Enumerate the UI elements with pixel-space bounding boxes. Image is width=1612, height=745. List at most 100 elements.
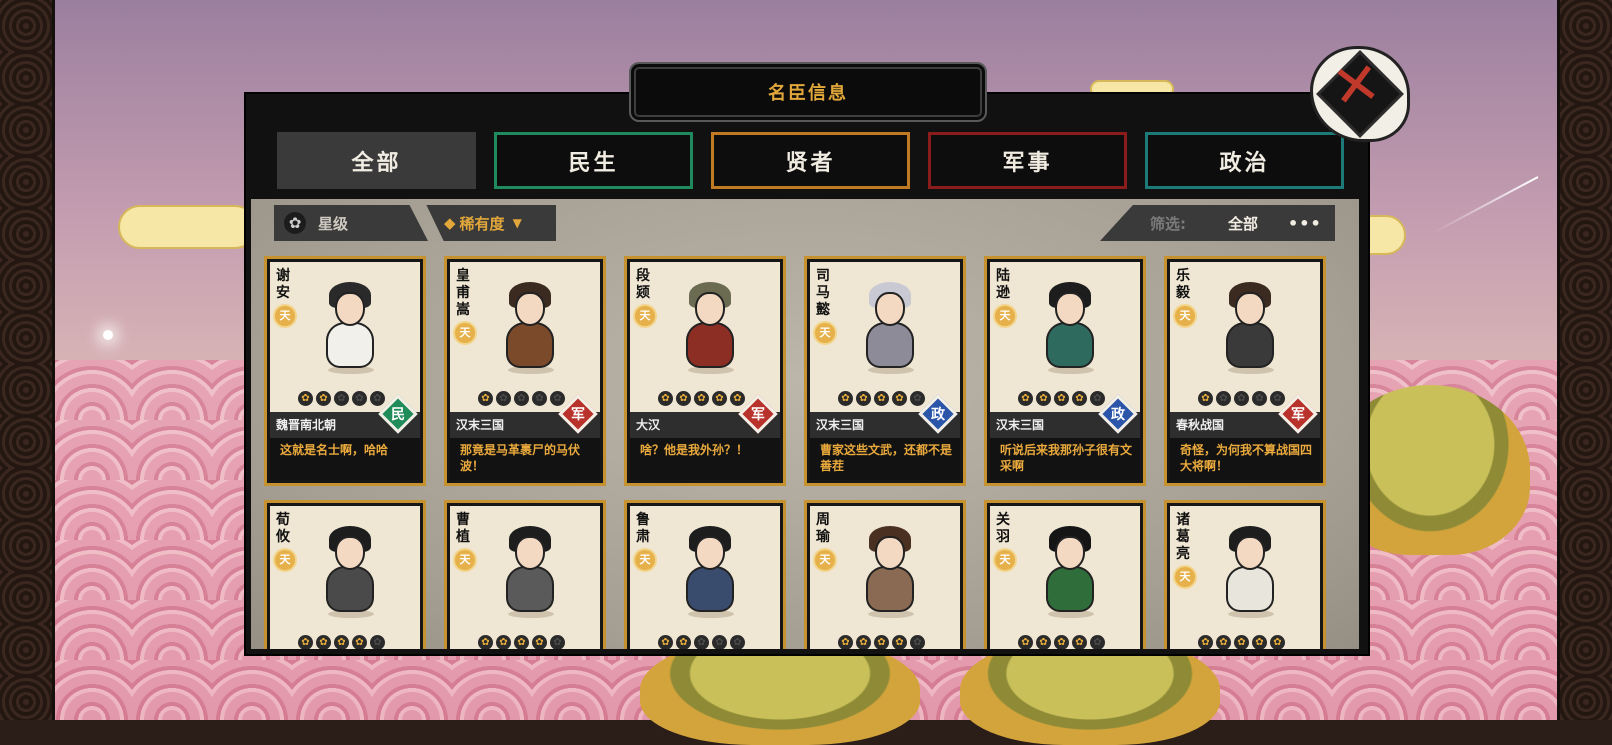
minister-portrait-icon — [494, 280, 566, 376]
category-tabs: 全部 民生 贤者 军事 政治 — [277, 132, 1344, 189]
star-filled-icon: ✿ — [1036, 391, 1051, 406]
minister-card[interactable]: 荀攸天 ✿ ✿ ✿ ✿ ✿ — [264, 500, 426, 649]
page-title: 名臣信息 — [768, 83, 848, 104]
minister-portrait-icon — [1034, 524, 1106, 620]
star-empty-icon: ✿ — [550, 391, 565, 406]
star-rating: ✿ ✿ ✿ ✿ ✿ — [658, 635, 745, 649]
minister-portrait-icon — [674, 524, 746, 620]
minister-name: 鲁肃天 — [635, 512, 655, 570]
minister-quote: 这就是名士啊，哈哈 — [270, 438, 420, 480]
minister-quote: 曹家这些文武，还都不是善茬 — [810, 438, 960, 480]
star-filled-icon: ✿ — [1270, 635, 1285, 649]
tab-all[interactable]: 全部 — [277, 132, 476, 189]
portrait-face — [875, 536, 905, 570]
star-filled-icon: ✿ — [658, 635, 673, 649]
minister-card[interactable]: 皇甫嵩天 ✿ ✿ ✿ ✿ ✿ 汉末三国军那竟是马革裹尸的马伏波！ — [444, 256, 606, 486]
minister-card[interactable]: 段颎天 ✿ ✿ ✿ ✿ ✿ 大汉军啥？他是我外孙？！ — [624, 256, 786, 486]
minister-portrait-icon — [494, 524, 566, 620]
star-filled-icon: ✿ — [1072, 635, 1087, 649]
tab-sage[interactable]: 贤者 — [711, 132, 910, 189]
close-x-icon: ✕ — [1327, 47, 1386, 123]
minister-name: 段颎天 — [635, 268, 655, 326]
diamond-icon: ◆ — [444, 214, 456, 232]
minister-portrait-icon — [674, 280, 746, 376]
minister-card[interactable]: 乐毅天 ✿ ✿ ✿ ✿ ✿ 春秋战国军奇怪，为何我不算战国四大将啊！ — [1164, 256, 1326, 486]
category-badge-text: 军 — [751, 407, 765, 423]
card-body: 关羽天 ✿ ✿ ✿ ✿ ✿ — [990, 506, 1140, 649]
star-filled-icon: ✿ — [334, 635, 349, 649]
portrait-robe — [686, 566, 734, 612]
star-empty-icon: ✿ — [694, 635, 709, 649]
minister-name: 皇甫嵩天 — [455, 268, 475, 343]
minister-name: 诸葛亮天 — [1175, 512, 1195, 587]
star-rating: ✿ ✿ ✿ ✿ ✿ — [478, 391, 565, 406]
minister-card[interactable]: 曹植天 ✿ ✿ ✿ ✿ ✿ — [444, 500, 606, 649]
minister-name: 曹植天 — [455, 512, 475, 570]
minister-name-text: 乐毅 — [1176, 268, 1190, 301]
star-rating: ✿ ✿ ✿ ✿ ✿ — [838, 635, 925, 649]
minister-name-text: 谢安 — [276, 268, 290, 301]
star-filled-icon: ✿ — [478, 391, 493, 406]
star-rating: ✿ ✿ ✿ ✿ ✿ — [1018, 391, 1105, 406]
star-filled-icon: ✿ — [478, 635, 493, 649]
portrait-robe — [686, 322, 734, 368]
card-body: 陆逊天 ✿ ✿ ✿ ✿ ✿ 汉末三国政听说后来我那孙子很有文采啊 — [990, 262, 1140, 480]
portrait-robe — [1226, 322, 1274, 368]
star-glow — [103, 330, 113, 340]
rank-tian-icon: 天 — [455, 323, 475, 343]
minister-name-text: 周瑜 — [816, 512, 830, 545]
portrait-face — [695, 536, 725, 570]
star-rating: ✿ ✿ ✿ ✿ ✿ — [838, 391, 925, 406]
star-filled-icon: ✿ — [532, 635, 547, 649]
minister-name: 荀攸天 — [275, 512, 295, 570]
category-badge-text: 民 — [391, 407, 405, 423]
card-body: 司马懿天 ✿ ✿ ✿ ✿ ✿ 汉末三国政曹家这些文武，还都不是善茬 — [810, 262, 960, 480]
star-empty-icon: ✿ — [1234, 391, 1249, 406]
minister-card[interactable]: 关羽天 ✿ ✿ ✿ ✿ ✿ — [984, 500, 1146, 649]
minister-portrait-icon — [314, 280, 386, 376]
card-body: 荀攸天 ✿ ✿ ✿ ✿ ✿ — [270, 506, 420, 649]
sort-by-star-button[interactable]: ✿ 星级 — [274, 205, 428, 241]
star-filled-icon: ✿ — [838, 635, 853, 649]
filter-bar[interactable]: 筛选: 全部 ••• — [1100, 205, 1335, 241]
minister-card[interactable]: 周瑜天 ✿ ✿ ✿ ✿ ✿ — [804, 500, 966, 649]
minister-card[interactable]: 鲁肃天 ✿ ✿ ✿ ✿ ✿ — [624, 500, 786, 649]
minister-portrait-icon — [314, 524, 386, 620]
star-filled-icon: ✿ — [892, 391, 907, 406]
star-filled-icon: ✿ — [874, 635, 889, 649]
card-body: 诸葛亮天 ✿ ✿ ✿ ✿ ✿ — [1170, 506, 1320, 649]
minister-name-text: 荀攸 — [276, 512, 290, 545]
star-filled-icon: ✿ — [1018, 391, 1033, 406]
sort-rarity-label: 稀有度 — [459, 214, 505, 233]
minister-portrait-icon — [1214, 524, 1286, 620]
minister-card[interactable]: 谢安天 ✿ ✿ ✿ ✿ ✿ 魏晋南北朝民这就是名士啊，哈哈 — [264, 256, 426, 486]
minister-card[interactable]: 陆逊天 ✿ ✿ ✿ ✿ ✿ 汉末三国政听说后来我那孙子很有文采啊 — [984, 256, 1146, 486]
minister-name-text: 段颎 — [636, 268, 650, 301]
sort-by-rarity-button[interactable]: ◆ 稀有度 ▼ — [426, 205, 556, 241]
star-filled-icon: ✿ — [1216, 635, 1231, 649]
star-filled-icon: ✿ — [352, 635, 367, 649]
minister-card[interactable]: 司马懿天 ✿ ✿ ✿ ✿ ✿ 汉末三国政曹家这些文武，还都不是善茬 — [804, 256, 966, 486]
close-button[interactable]: ✕ — [1310, 46, 1410, 142]
minister-quote: 听说后来我那孙子很有文采啊 — [990, 438, 1140, 480]
minister-card[interactable]: 诸葛亮天 ✿ ✿ ✿ ✿ ✿ — [1164, 500, 1326, 649]
portrait-robe — [1046, 566, 1094, 612]
portrait-robe — [506, 566, 554, 612]
more-options-icon[interactable]: ••• — [1288, 214, 1322, 233]
minister-name-text: 诸葛亮 — [1176, 512, 1190, 562]
frame-right — [1557, 0, 1612, 720]
star-empty-icon: ✿ — [352, 391, 367, 406]
tab-livelihood[interactable]: 民生 — [494, 132, 693, 189]
portrait-face — [335, 536, 365, 570]
portrait-robe — [1046, 322, 1094, 368]
star-empty-icon: ✿ — [910, 391, 925, 406]
portrait-face — [695, 292, 725, 326]
card-body: 鲁肃天 ✿ ✿ ✿ ✿ ✿ — [630, 506, 780, 649]
sort-star-label: 星级 — [318, 214, 349, 233]
tab-military[interactable]: 军事 — [928, 132, 1127, 189]
portrait-face — [515, 292, 545, 326]
card-body: 皇甫嵩天 ✿ ✿ ✿ ✿ ✿ 汉末三国军那竟是马革裹尸的马伏波！ — [450, 262, 600, 480]
minister-grid: 谢安天 ✿ ✿ ✿ ✿ ✿ 魏晋南北朝民这就是名士啊，哈哈 皇甫嵩天 ✿ ✿ ✿ ✿ ✿ 汉末三国军那竟是… — [264, 256, 1326, 649]
star-filled-icon: ✿ — [1036, 635, 1051, 649]
star-filled-icon: ✿ — [1198, 635, 1213, 649]
